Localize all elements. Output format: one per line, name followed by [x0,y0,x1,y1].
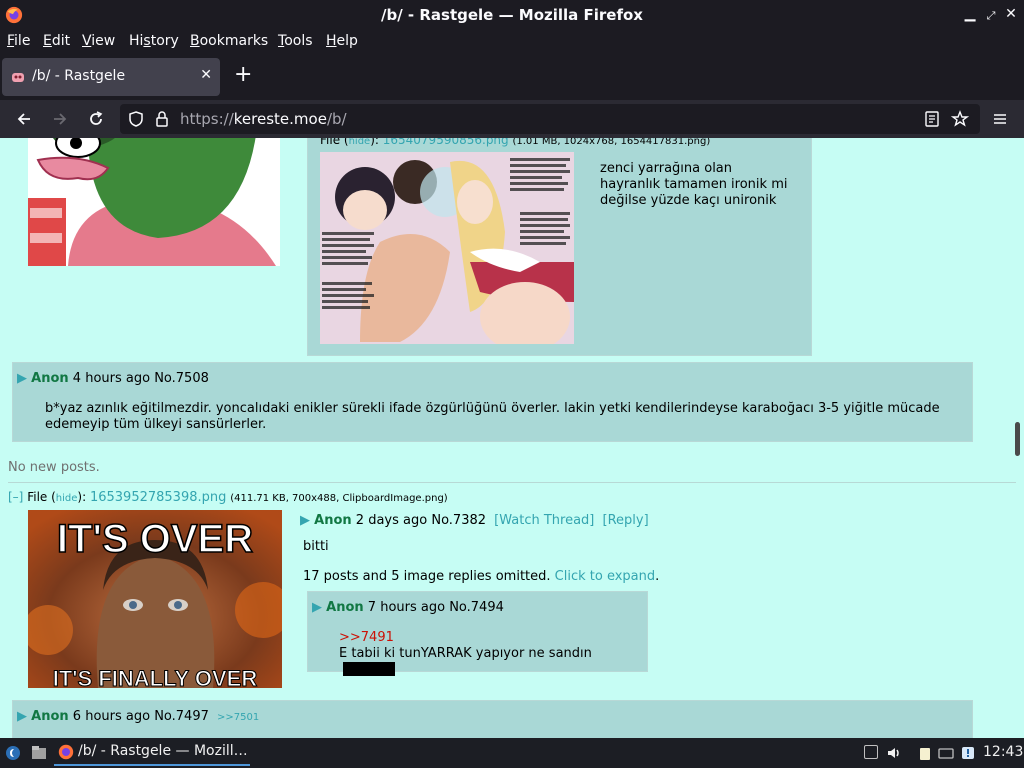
app-menu-button[interactable] [988,107,1012,131]
post-number[interactable]: No.7494 [449,600,504,615]
backlink[interactable]: >>7501 [217,712,259,723]
keyboard-icon[interactable] [938,745,954,761]
post-header: ▶ Anon 6 hours ago No.7497 >>7501 [17,709,259,724]
taskbar-firefox-window[interactable]: /b/ - Rastgele — Mozill… [54,740,250,766]
window-titlebar: /b/ - Rastgele — Mozilla Firefox ▁ ⤢ ✕ [0,0,1024,30]
quote-link[interactable]: >>7491 [339,630,394,645]
firefox-taskbar-icon [58,744,74,760]
post-menu-triangle-icon[interactable]: ▶ [312,600,322,615]
back-arrow-icon [17,113,30,125]
its-over-image: IT'S OVER IT'S FINALLY OVER [28,510,282,688]
clipboard-icon[interactable] [917,745,933,761]
tab-rastgele[interactable]: /b/ - Rastgele ✕ [2,58,220,96]
screen-icon[interactable] [864,745,878,759]
reply-7497: ▶ Anon 6 hours ago No.7497 >>7501 [12,700,973,738]
forward-button[interactable] [48,107,72,131]
spoiler-block[interactable] [343,661,395,676]
thread-collapse-toggle[interactable]: [–] [8,490,23,504]
post-menu-triangle-icon[interactable]: ▶ [17,371,27,386]
bookmark-star-icon[interactable] [951,110,969,128]
its-over-thumbnail[interactable]: IT'S OVER IT'S FINALLY OVER [28,510,282,688]
menu-file[interactable]: File [7,33,30,49]
hamburger-menu-icon [994,114,1006,124]
poster-name: Anon [326,600,364,615]
post-time: 6 hours ago [72,709,151,724]
tab-label: /b/ - Rastgele [32,68,126,84]
thread-divider [8,482,1016,483]
clock[interactable]: 12:43 [983,744,1023,760]
forward-arrow-icon [54,113,67,125]
volume-icon[interactable] [886,745,902,761]
menu-edit[interactable]: Edit [43,33,70,49]
no-new-posts: No new posts. [8,460,100,475]
post-number[interactable]: No.7382 [431,513,486,528]
url-text[interactable]: https://kereste.moe/b/ [180,110,347,128]
anime-thumbnail[interactable] [320,152,574,344]
omitted-notice: 17 posts and 5 image replies omitted. Cl… [303,569,660,584]
post-time: 2 days ago [355,513,428,528]
post-number[interactable]: No.7508 [154,371,209,386]
menu-bookmarks[interactable]: Bookmarks [190,33,268,49]
taskbar-window-label: /b/ - Rastgele — Mozill… [78,743,248,759]
post-header: ▶ Anon 7 hours ago No.7494 [312,600,504,615]
navbar: https://kereste.moe/b/ [0,100,1024,138]
reply-7508: ▶ Anon 4 hours ago No.7508 b*yaz azınlık… [12,362,973,442]
post-menu-triangle-icon[interactable]: ▶ [17,709,27,724]
debian-menu-icon[interactable] [5,745,21,761]
menu-help[interactable]: Help [326,33,358,49]
image-bottom-text: IT'S FINALLY OVER [53,666,258,688]
post-header: ▶ Anon 4 hours ago No.7508 [17,371,209,386]
file-link[interactable]: 1654079590856.png [383,138,509,147]
menu-tools[interactable]: Tools [278,33,313,49]
menubar: File Edit View History Bookmarks Tools H… [0,30,1024,54]
reload-icon [90,111,103,125]
post-comment: zenci yarrağına olan hayranlık tamamen i… [600,161,788,208]
tabbar: /b/ - Rastgele ✕ + [0,54,1024,100]
pepe-image [28,138,280,266]
op-header: ▶ Anon 2 days ago No.7382 [Watch Thread]… [300,513,649,528]
taskbar: /b/ - Rastgele — Mozill… 12:43 [0,738,1024,768]
minimize-icon[interactable]: ▁ [962,6,978,22]
poster-name: Anon [31,371,69,386]
new-tab-button[interactable]: + [234,64,252,86]
thread-file-info: [–] File (hide): 1653952785398.png (411.… [8,490,448,505]
reply-link[interactable]: [Reply] [603,513,649,528]
pepe-thumbnail[interactable] [28,138,280,266]
tracking-shield-icon[interactable] [127,110,145,128]
file-info: File (hide): 1654079590856.png (1.01 MB,… [320,138,710,147]
reload-button[interactable] [84,107,108,131]
op-body: bitti [303,539,329,554]
post-time: 4 hours ago [72,371,151,386]
close-window-icon[interactable]: ✕ [1003,6,1019,22]
back-button[interactable] [12,107,36,131]
poster-name: Anon [31,709,69,724]
watch-thread-link[interactable]: [Watch Thread] [494,513,594,528]
page-content: File (hide): 1654079590856.png (1.01 MB,… [0,138,1024,738]
hide-link[interactable]: hide [56,493,78,504]
menu-view[interactable]: View [82,33,115,49]
notification-icon[interactable] [960,745,976,761]
click-to-expand-link[interactable]: Click to expand [555,569,655,584]
reply-7494: ▶ Anon 7 hours ago No.7494 >>7491 E tabi… [307,591,648,676]
reader-view-icon[interactable] [923,110,941,128]
hide-link[interactable]: hide [349,138,371,147]
file-link[interactable]: 1653952785398.png [90,490,226,505]
post-body: E tabii ki tunYARRAK yapıyor ne sandın [339,646,647,676]
post-menu-triangle-icon[interactable]: ▶ [300,513,310,528]
restore-icon[interactable]: ⤢ [983,9,999,23]
url-bar[interactable]: https://kereste.moe/b/ [120,104,980,134]
post-number[interactable]: No.7497 [154,709,209,724]
image-top-text: IT'S OVER [57,517,253,561]
scrollbar-thumb[interactable] [1015,422,1020,456]
site-favicon-icon [12,73,24,82]
post-body: b*yaz azınlık eğitilmezdir. yoncalıdaki … [45,401,940,432]
tab-close-icon[interactable]: ✕ [200,67,212,83]
lock-icon[interactable] [153,110,171,128]
post-time: 7 hours ago [367,600,446,615]
file-manager-icon[interactable] [30,744,48,762]
menu-history[interactable]: History [129,33,179,49]
window-title: /b/ - Rastgele — Mozilla Firefox [380,6,643,24]
anime-image [320,152,574,344]
poster-name: Anon [314,513,352,528]
